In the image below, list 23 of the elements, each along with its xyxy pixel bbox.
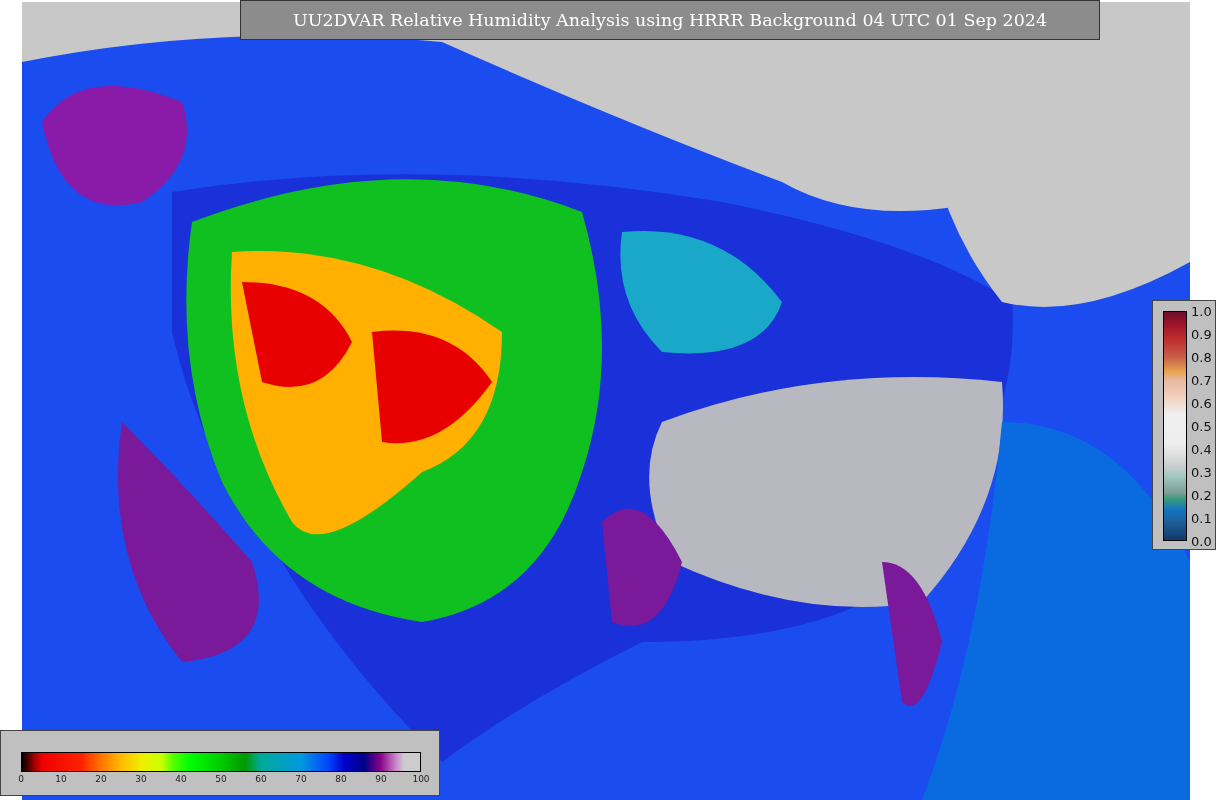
colorbar-tick-label: 100 [412,774,430,784]
colorbar-tick-label: 0.3 [1191,464,1212,480]
colorbar-tick-label: 70 [295,774,307,784]
colorbar-tick-label: 10 [55,774,67,784]
colorbar-tick-label: 60 [255,774,267,784]
colorbar-tick-label: 40 [175,774,187,784]
colorbar-tick-label: 0 [18,774,24,784]
colorbar-tick-label: 30 [135,774,147,784]
colorbar-tick-label: 0.5 [1191,418,1212,434]
colorbar-tick-label: 0.1 [1191,510,1212,526]
colorbar-tick-label: 1.0 [1191,303,1212,319]
colorbar-tick-label: 0.8 [1191,349,1212,365]
colorbar-tick-label: 20 [95,774,107,784]
colorbar-tick-label: 0.9 [1191,326,1212,342]
colorbar-tick-label: 0.0 [1191,533,1212,549]
colorbar-tick-label: 50 [215,774,227,784]
map-title: UU2DVAR Relative Humidity Analysis using HRRR Background 04 UTC 01 Sep 2024 [240,0,1100,40]
colorbar-tick-label: 0.6 [1191,395,1212,411]
colorbar-tick-label: 0.4 [1191,441,1212,457]
colorbar-tick-label: 80 [335,774,347,784]
colorbar-tick-label: 0.2 [1191,487,1212,503]
colorbar-tick-label: 0.7 [1191,372,1212,388]
colorbar-tick-label: 90 [375,774,387,784]
